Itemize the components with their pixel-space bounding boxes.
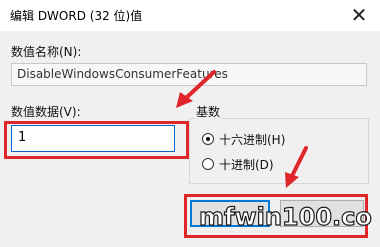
annotation-arrow-icon (184, 70, 216, 100)
annotation-arrow-icon (290, 146, 308, 178)
annotation-arrows (176, 70, 308, 188)
